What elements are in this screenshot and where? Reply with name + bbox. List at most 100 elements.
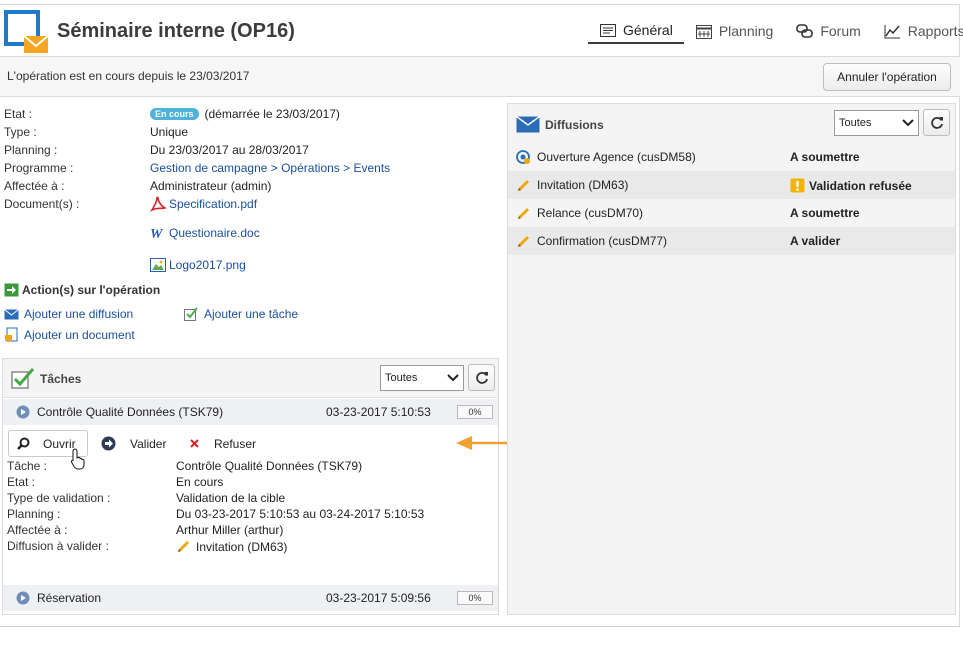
cancel-operation-button[interactable]: Annuler l'opération [823, 63, 951, 91]
diffusion-status-label: Validation refusée [809, 178, 912, 193]
delivery-target-icon [516, 150, 530, 164]
diffusion-status: A soumettre [790, 150, 860, 164]
image-icon [150, 258, 166, 272]
detail-diffusion-label: Diffusion à valider : [7, 539, 109, 553]
bottom-divider [0, 626, 960, 627]
expand-icon[interactable] [16, 405, 30, 419]
refresh-icon [930, 116, 943, 129]
document-link-pdf[interactable]: Specification.pdf [150, 196, 257, 212]
chevron-down-icon [902, 119, 914, 127]
diffusion-status: Validation refusée [790, 178, 912, 193]
tab-general-label: Général [623, 22, 673, 38]
refuse-task-label: Refuser [214, 436, 257, 451]
diffusion-row[interactable]: Confirmation (cusDM77) A valider [508, 227, 955, 255]
tab-planning[interactable]: Planning [684, 18, 785, 44]
detail-diffusion-link[interactable]: Invitation (DM63) [176, 539, 287, 554]
planning-label: Planning : [4, 143, 58, 157]
refuse-task-button[interactable]: Refuser [189, 430, 256, 457]
programme-link[interactable]: Gestion de campagne > Opérations > Event… [150, 161, 390, 175]
etat-value: En cours (démarrée le 23/03/2017) [150, 107, 340, 121]
general-icon [600, 23, 616, 37]
add-document-label: Ajouter un document [24, 327, 135, 342]
detail-etat-value: En cours [176, 475, 224, 489]
detail-tache-value: Contrôle Qualité Données (TSK79) [176, 459, 363, 473]
diffusion-row[interactable]: Relance (cusDM70) A soumettre [508, 199, 955, 227]
task-row[interactable]: Contrôle Qualité Données (TSK79) 03-23-2… [3, 399, 498, 425]
task-row[interactable]: Réservation 03-23-2017 5:09:56 0% [3, 585, 498, 611]
tab-forum[interactable]: Forum [784, 18, 871, 44]
detail-etat-label: Etat : [7, 475, 36, 489]
type-label: Type : [4, 125, 37, 139]
tasks-panel: Tâches Toutes Contrôle Qualité Données (… [2, 358, 499, 615]
task-date: 03-23-2017 5:09:56 [326, 591, 431, 605]
diffusion-row[interactable]: Invitation (DM63) Validation refusée [508, 171, 955, 199]
diffusions-filter-value: Toutes [839, 117, 872, 129]
detail-tache-label: Tâche : [7, 459, 48, 473]
task-name: Contrôle Qualité Données (TSK79) [37, 405, 224, 419]
diffusion-name: Relance (cusDM70) [537, 206, 644, 220]
diffusions-title: Diffusions [516, 116, 604, 133]
actions-title-label: Action(s) sur l'opération [22, 283, 161, 297]
tab-general[interactable]: Général [588, 18, 684, 44]
detail-planning-label: Planning : [7, 507, 61, 521]
validate-task-button[interactable]: Valider [101, 430, 166, 457]
validate-task-label: Valider [130, 436, 167, 451]
actions-title: Action(s) sur l'opération [4, 283, 160, 297]
document-add-icon [5, 327, 18, 342]
word-icon: W [150, 227, 164, 240]
task-name: Réservation [37, 591, 102, 605]
calendar-icon [695, 24, 712, 39]
detail-type-value: Validation de la cible [176, 491, 286, 505]
warning-icon [790, 178, 805, 193]
diffusion-name: Ouverture Agence (cusDM58) [537, 150, 696, 164]
document-name: Logo2017.png [169, 258, 246, 272]
forum-icon [796, 23, 814, 38]
add-task-label: Ajouter une tâche [204, 307, 299, 321]
detail-planning-value: Du 03-23-2017 5:10:53 au 03-24-2017 5:10… [176, 507, 425, 521]
programme-label: Programme : [4, 161, 74, 175]
diffusion-row[interactable]: Ouverture Agence (cusDM58) A soumettre [508, 143, 955, 171]
tab-forum-label: Forum [820, 23, 861, 39]
task-progress: 0% [457, 405, 493, 419]
diffusions-filter-select[interactable]: Toutes [834, 110, 919, 136]
tasks-filter-select[interactable]: Toutes [380, 365, 464, 391]
search-icon [17, 437, 30, 450]
arrow-right-icon [4, 283, 19, 297]
task-check-icon [184, 307, 198, 321]
diffusion-status: A soumettre [790, 206, 860, 220]
status-text: L'opération est en cours depuis le 23/03… [7, 69, 250, 83]
document-link-doc[interactable]: W Questionaire.doc [150, 226, 260, 240]
task-date: 03-23-2017 5:10:53 [326, 405, 431, 419]
diffusion-name: Confirmation (cusDM77) [537, 234, 668, 248]
diffusions-refresh-button[interactable] [923, 109, 950, 136]
add-task-link[interactable]: Ajouter une tâche [184, 307, 298, 321]
email-icon [4, 308, 19, 319]
tab-rapports-label: Rapports [907, 23, 963, 39]
add-document-link[interactable]: Ajouter un document [4, 327, 135, 342]
chevron-down-icon [447, 374, 459, 382]
detail-affectee-value: Arthur Miller (arthur) [176, 523, 284, 537]
operation-page: Séminaire interne (OP16) Général Plannin… [0, 0, 963, 658]
diffusions-title-label: Diffusions [545, 117, 604, 132]
pdf-icon [150, 196, 166, 212]
tasks-check-icon [11, 368, 35, 389]
detail-diffusion-value: Invitation (DM63) [196, 539, 288, 554]
tasks-panel-header: Tâches Toutes [3, 359, 498, 398]
tasks-title-label: Tâches [40, 371, 82, 386]
svg-text:W: W [150, 227, 164, 240]
diffusion-status: A valider [790, 234, 841, 248]
add-diffusion-label: Ajouter une diffusion [24, 307, 134, 321]
document-name: Questionaire.doc [169, 226, 260, 240]
tasks-title: Tâches [11, 368, 81, 389]
tasks-refresh-button[interactable] [468, 364, 495, 391]
detail-affectee-label: Affectée à : [7, 523, 68, 537]
add-diffusion-link[interactable]: Ajouter une diffusion [4, 307, 133, 321]
tasks-filter-value: Toutes [385, 372, 418, 384]
tab-bar: Général Planning Forum Rapports [588, 18, 963, 44]
pencil-icon [518, 180, 529, 191]
pencil-icon [518, 236, 529, 247]
expand-icon[interactable] [16, 591, 30, 605]
document-link-png[interactable]: Logo2017.png [150, 258, 246, 272]
tab-rapports[interactable]: Rapports [872, 18, 963, 44]
chart-icon [884, 24, 900, 38]
